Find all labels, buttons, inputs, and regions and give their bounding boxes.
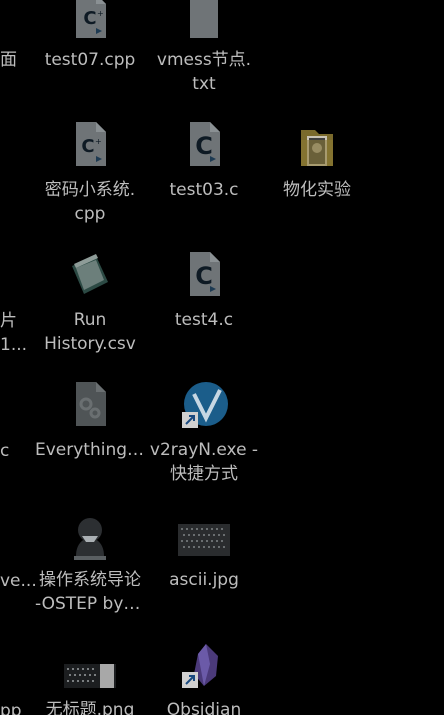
file-label-line2: History.csv <box>44 334 136 354</box>
left-edge-label-2[interactable]: 片 <box>0 309 17 333</box>
file-label-line1: ascii.jpg <box>169 570 239 590</box>
csv-file-icon <box>72 254 108 294</box>
svg-text:+: + <box>95 137 102 146</box>
left-edge-label-5[interactable]: ve... <box>0 569 37 593</box>
file-label-line2: -OSTEP by ... <box>35 594 145 614</box>
file-label-line1: test03.c <box>169 180 239 200</box>
settings-file-icon <box>76 382 106 426</box>
cpp-file-icon: C + <box>76 122 106 166</box>
svg-text:C: C <box>83 8 96 29</box>
left-edge-label-4[interactable]: c <box>0 439 9 463</box>
hacker-avatar-icon <box>74 518 106 560</box>
text-file-icon <box>190 0 218 38</box>
file-label-line2: txt <box>192 74 216 94</box>
file-label-line1: Obsidian <box>166 700 242 715</box>
cpp-file-icon: C + <box>76 0 106 38</box>
image-thumbnail-icon <box>64 664 116 688</box>
file-label-line1: 物化实验 <box>283 180 351 200</box>
file-label-line1: test07.cpp <box>44 50 136 70</box>
svg-text:C: C <box>195 262 213 290</box>
file-label-line1: test4.c <box>174 310 234 330</box>
left-edge-label-1[interactable]: 面 <box>0 48 17 72</box>
svg-text:+: + <box>97 9 104 18</box>
file-label-line2: 快捷方式 <box>170 464 238 484</box>
file-label-line1: Run <box>73 310 107 330</box>
folder-icon <box>301 130 333 166</box>
file-label-line1: 无标题.png <box>45 700 135 715</box>
image-thumbnail-icon <box>178 524 230 556</box>
file-label-line1: vmess节点. <box>156 50 252 70</box>
file-label-line1: 密码小系统. <box>44 180 136 200</box>
c-file-icon: C <box>190 122 220 166</box>
c-file-icon: C <box>190 252 220 296</box>
desktop: 面 片 1... c ve... pp C + test07.cpp vmess… <box>0 0 444 715</box>
left-edge-label-3[interactable]: 1... <box>0 333 27 357</box>
file-label-line2: cpp <box>74 204 106 224</box>
svg-text:C: C <box>81 136 94 157</box>
svg-text:C: C <box>195 132 213 160</box>
left-edge-label-6[interactable]: pp <box>0 699 22 715</box>
obsidian-icon <box>182 644 218 688</box>
file-label-line1: v2rayN.exe - <box>149 440 259 460</box>
file-label-line1: 操作系统导论 <box>39 570 141 590</box>
file-label-line1: Everything.... <box>35 440 145 460</box>
v2rayn-icon <box>182 382 228 428</box>
